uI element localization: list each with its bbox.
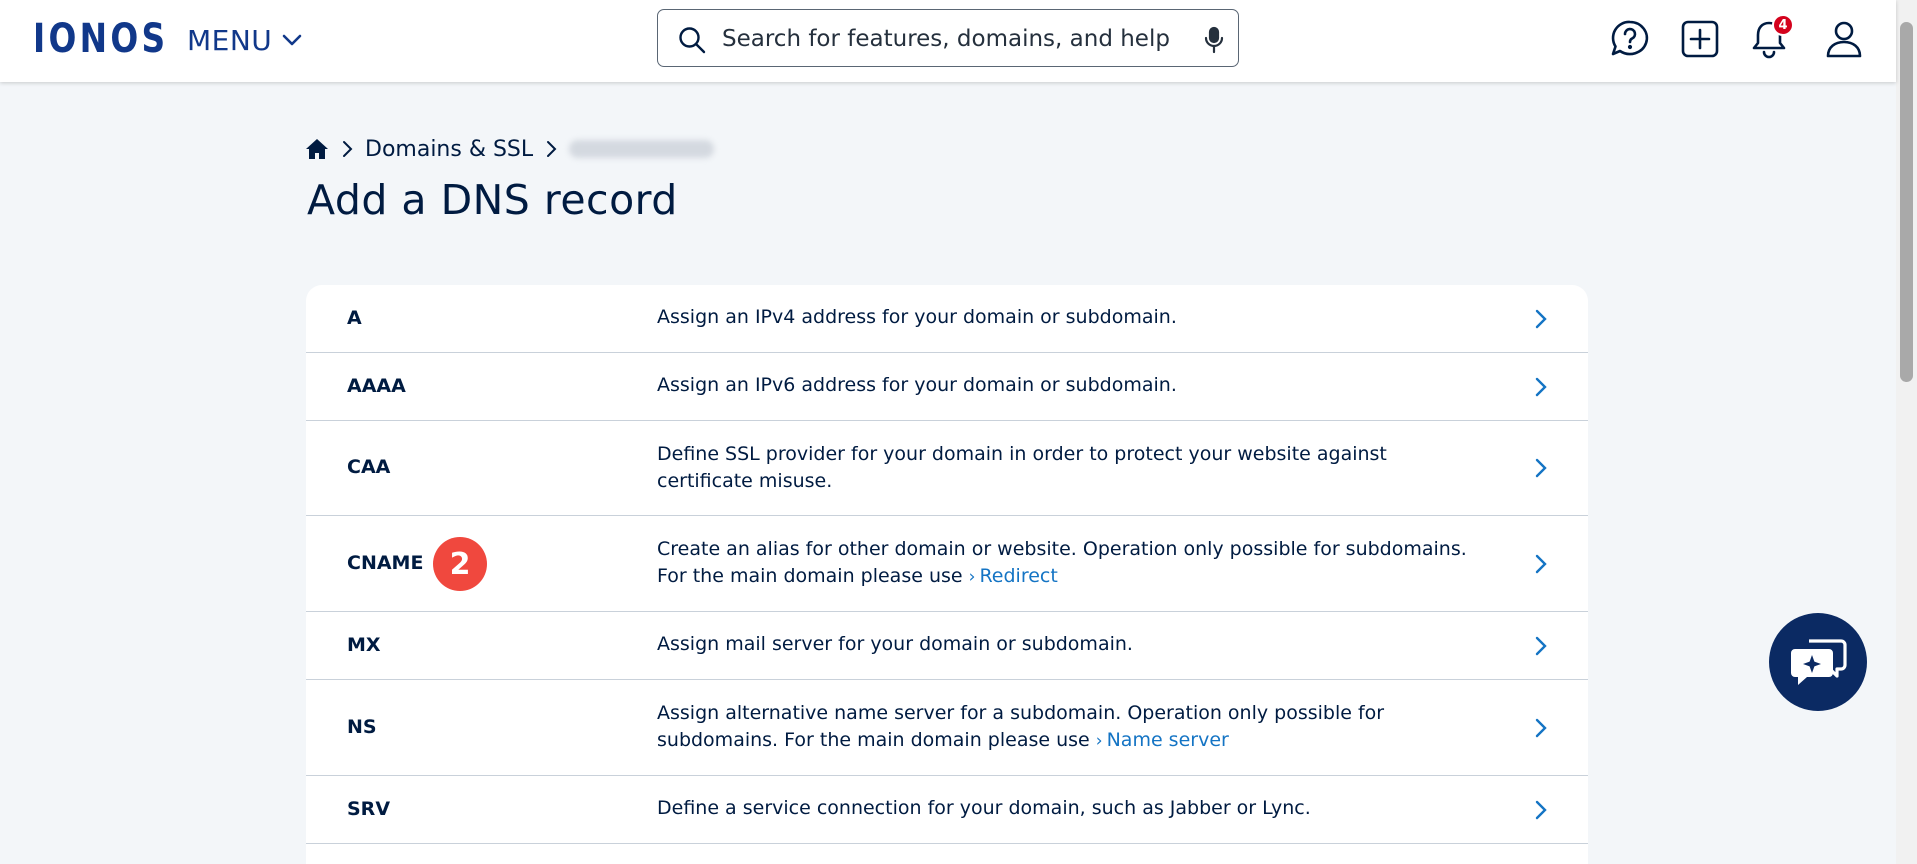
link-chevron-icon: ›	[968, 567, 976, 587]
page-scrollbar[interactable]	[1896, 0, 1917, 864]
breadcrumb-domain-redacted[interactable]	[569, 140, 715, 158]
record-type: CNAME	[347, 552, 424, 574]
notifications-button[interactable]: 4	[1748, 14, 1794, 60]
chevron-right-icon	[1535, 309, 1547, 329]
add-icon[interactable]	[1679, 18, 1721, 60]
record-row-srv[interactable]: SRV Define a service connection for your…	[306, 776, 1588, 844]
menu-button[interactable]: MENU	[187, 22, 304, 58]
breadcrumb-chevron-icon	[547, 141, 557, 157]
user-icon[interactable]	[1823, 18, 1865, 60]
record-description-text: Create an alias for other domain or webs…	[657, 538, 1467, 587]
record-type: MX	[347, 634, 381, 656]
record-row-a[interactable]: A Assign an IPv4 address for your domain…	[306, 285, 1588, 353]
record-row-ns[interactable]: NS Assign alternative name server for a …	[306, 680, 1588, 776]
record-description: Define SSL provider for your domain in o…	[657, 443, 1387, 492]
breadcrumb-domains-ssl[interactable]: Domains & SSL	[365, 137, 533, 162]
record-description: Assign an IPv4 address for your domain o…	[657, 306, 1177, 328]
chat-sparkle-icon	[1791, 639, 1847, 685]
record-description: Define a service connection for your dom…	[657, 797, 1311, 819]
chat-assistant-button[interactable]	[1769, 613, 1867, 711]
record-description: Assign alternative name server for a sub…	[657, 700, 1477, 755]
ionos-logo[interactable]: IONOS	[33, 18, 168, 60]
scrollbar-thumb[interactable]	[1900, 22, 1913, 382]
breadcrumb: Domains & SSL	[305, 134, 715, 164]
menu-label: MENU	[187, 23, 273, 57]
chevron-right-icon	[1535, 718, 1547, 738]
record-type: AAAA	[347, 375, 406, 397]
help-chat-icon[interactable]	[1609, 18, 1651, 60]
search-icon	[679, 27, 706, 54]
record-row-caa[interactable]: CAA Define SSL provider for your domain …	[306, 421, 1588, 516]
breadcrumb-chevron-icon	[343, 141, 353, 157]
top-header: IONOS MENU 4	[0, 0, 1896, 82]
link-chevron-icon: ›	[1095, 731, 1103, 751]
redirect-link-label: Redirect	[979, 565, 1058, 587]
record-description: Assign an IPv6 address for your domain o…	[657, 374, 1177, 396]
record-description: Assign mail server for your domain or su…	[657, 633, 1133, 655]
record-type: SRV	[347, 798, 391, 820]
record-description: Create an alias for other domain or webs…	[657, 536, 1477, 591]
record-row-aaaa[interactable]: AAAA Assign an IPv6 address for your dom…	[306, 353, 1588, 421]
chevron-right-icon	[1535, 636, 1547, 656]
record-row-cname[interactable]: CNAME 2 Create an alias for other domain…	[306, 516, 1588, 612]
record-type: CAA	[347, 456, 391, 478]
step-number-badge: 2	[433, 537, 487, 591]
home-icon[interactable]	[305, 138, 329, 160]
chevron-right-icon	[1535, 458, 1547, 478]
record-type: NS	[347, 716, 377, 738]
record-row-next-partial[interactable]	[306, 844, 1588, 864]
record-description-text: Assign alternative name server for a sub…	[657, 702, 1385, 751]
chevron-down-icon	[282, 34, 302, 46]
search-box[interactable]	[657, 9, 1239, 67]
page-title: Add a DNS record	[307, 176, 678, 224]
record-type: A	[347, 307, 362, 329]
search-input[interactable]	[720, 20, 1184, 58]
chevron-right-icon	[1535, 554, 1547, 574]
name-server-link-label: Name server	[1106, 729, 1229, 751]
chevron-right-icon	[1535, 377, 1547, 397]
microphone-icon[interactable]	[1202, 26, 1226, 54]
record-row-mx[interactable]: MX Assign mail server for your domain or…	[306, 612, 1588, 680]
name-server-link[interactable]: › Name server	[1096, 729, 1229, 751]
redirect-link[interactable]: › Redirect	[969, 565, 1058, 587]
dns-record-type-list: A Assign an IPv4 address for your domain…	[306, 285, 1588, 864]
chevron-right-icon	[1535, 800, 1547, 820]
notification-count-badge: 4	[1772, 14, 1794, 36]
